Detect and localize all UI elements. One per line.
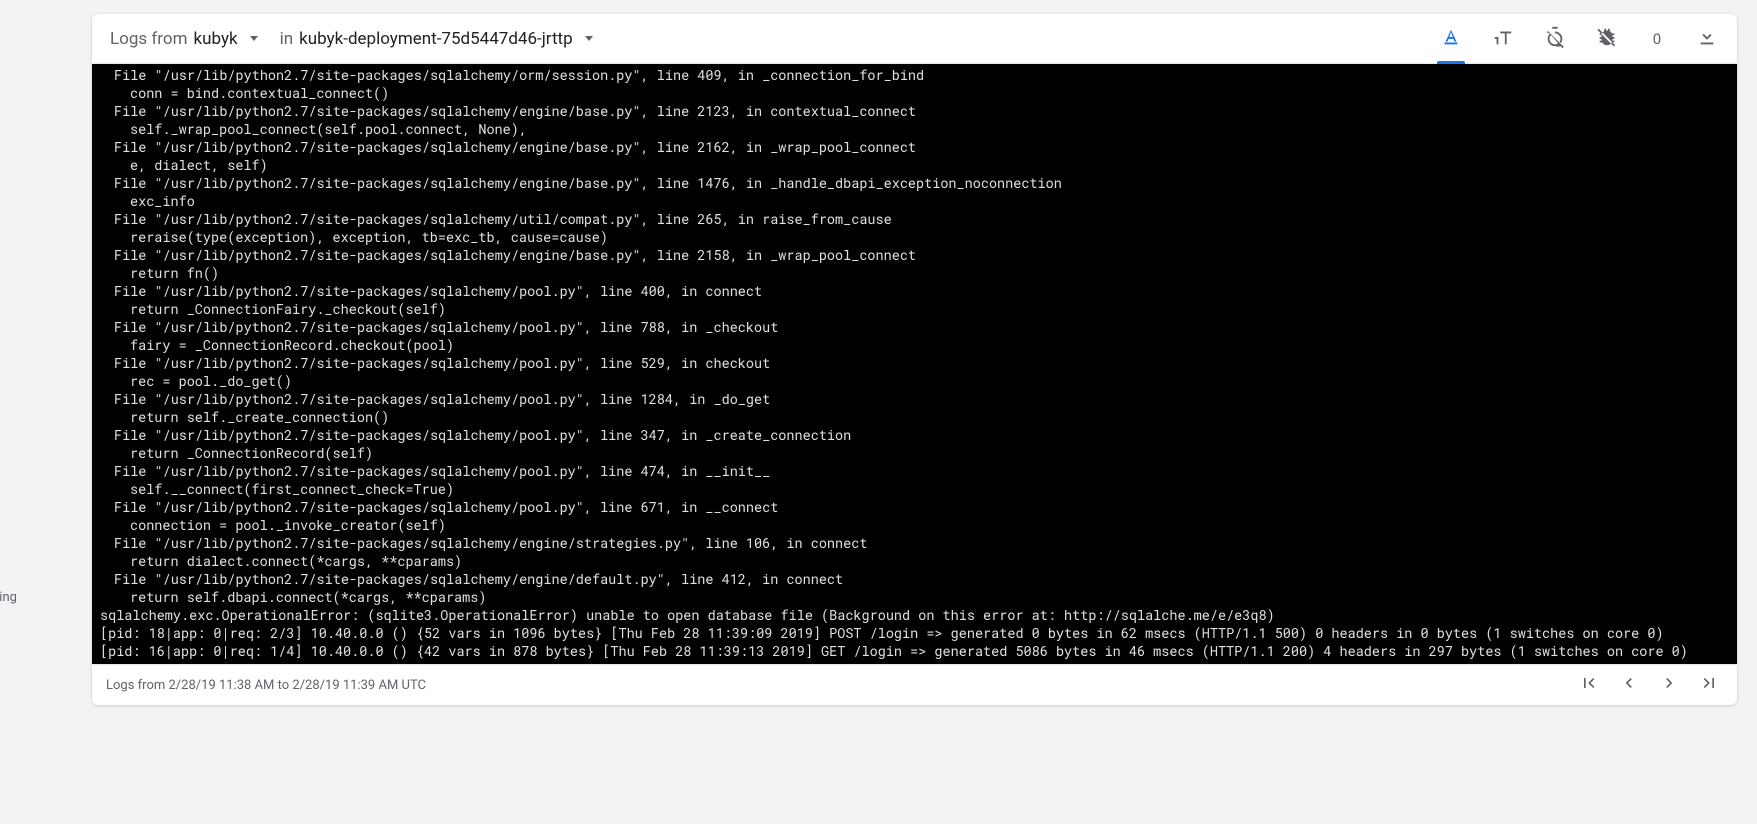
source-label: Logs from <box>110 29 188 49</box>
log-line: conn = bind.contextual_connect() <box>100 84 1729 102</box>
first-page-icon <box>1579 673 1599 697</box>
chevron-right-icon <box>1659 673 1679 697</box>
sidebar: ers alancing <box>0 0 56 824</box>
log-line: self.__connect(first_connect_check=True) <box>100 480 1729 498</box>
log-line: File "/usr/lib/python2.7/site-packages/s… <box>100 174 1729 192</box>
caret-down-icon <box>250 36 258 41</box>
source-selector[interactable]: Logs from kubyk <box>106 23 262 55</box>
scope-selector[interactable]: in kubyk-deployment-75d5447d46-jrttp <box>276 23 597 55</box>
log-line: File "/usr/lib/python2.7/site-packages/s… <box>100 318 1729 336</box>
download-button[interactable] <box>1685 17 1729 61</box>
log-line: File "/usr/lib/python2.7/site-packages/s… <box>100 534 1729 552</box>
log-line: return fn() <box>100 264 1729 282</box>
log-line: File "/usr/lib/python2.7/site-packages/s… <box>100 138 1729 156</box>
log-line: reraise(type(exception), exception, tb=e… <box>100 228 1729 246</box>
first-page-button[interactable] <box>1569 667 1609 703</box>
log-line: return dialect.connect(*cargs, **cparams… <box>100 552 1729 570</box>
log-line: File "/usr/lib/python2.7/site-packages/s… <box>100 282 1729 300</box>
last-page-button[interactable] <box>1689 667 1729 703</box>
bug-off-icon <box>1596 26 1618 52</box>
log-line: return _ConnectionFairy._checkout(self) <box>100 300 1729 318</box>
logs-toolbar: Logs from kubyk in kubyk-deployment-75d5… <box>92 14 1737 64</box>
scope-value: kubyk-deployment-75d5447d46-jrttp <box>299 29 573 49</box>
log-line: e, dialect, self) <box>100 156 1729 174</box>
log-line: File "/usr/lib/python2.7/site-packages/s… <box>100 210 1729 228</box>
log-line: return _ConnectionRecord(self) <box>100 444 1729 462</box>
log-line: File "/usr/lib/python2.7/site-packages/s… <box>100 102 1729 120</box>
log-line: File "/usr/lib/python2.7/site-packages/s… <box>100 498 1729 516</box>
log-line: connection = pool._invoke_creator(self) <box>100 516 1729 534</box>
log-line: return self.dbapi.connect(*cargs, **cpar… <box>100 588 1729 606</box>
next-page-button[interactable] <box>1649 667 1689 703</box>
sidebar-item-clipped-1[interactable]: ers <box>0 522 56 549</box>
log-line: File "/usr/lib/python2.7/site-packages/s… <box>100 426 1729 444</box>
log-terminal[interactable]: File "/usr/lib/python2.7/site-packages/s… <box>92 64 1737 664</box>
log-line: File "/usr/lib/python2.7/site-packages/s… <box>100 66 1729 84</box>
last-page-icon <box>1699 673 1719 697</box>
log-line: File "/usr/lib/python2.7/site-packages/s… <box>100 354 1729 372</box>
time-range-summary: Logs from 2/28/19 11:38 AM to 2/28/19 11… <box>106 678 426 693</box>
log-line: File "/usr/lib/python2.7/site-packages/s… <box>100 570 1729 588</box>
chevron-left-icon <box>1619 673 1639 697</box>
text-size-icon <box>1492 26 1514 52</box>
prev-page-button[interactable] <box>1609 667 1649 703</box>
caret-down-icon <box>585 36 593 41</box>
timer-off-icon <box>1544 26 1566 52</box>
logs-panel: Logs from kubyk in kubyk-deployment-75d5… <box>92 14 1737 705</box>
log-line: sqlalchemy.exc.OperationalError: (sqlite… <box>100 606 1729 624</box>
text-size-button[interactable] <box>1481 17 1525 61</box>
error-count: 0 <box>1637 30 1677 48</box>
disable-timer-button[interactable] <box>1533 17 1577 61</box>
log-line: [pid: 18|app: 0|req: 2/3] 10.40.0.0 () {… <box>100 624 1729 642</box>
log-line: File "/usr/lib/python2.7/site-packages/s… <box>100 390 1729 408</box>
log-line: exc_info <box>100 192 1729 210</box>
log-line: fairy = _ConnectionRecord.checkout(pool) <box>100 336 1729 354</box>
log-line: File "/usr/lib/python2.7/site-packages/s… <box>100 462 1729 480</box>
text-format-icon <box>1440 26 1462 52</box>
logs-footer: Logs from 2/28/19 11:38 AM to 2/28/19 11… <box>92 664 1737 705</box>
match-case-button[interactable] <box>1429 17 1473 61</box>
log-line: [pid: 16|app: 0|req: 1/4] 10.40.0.0 () {… <box>100 642 1729 660</box>
sidebar-item-clipped-2[interactable]: alancing <box>0 584 56 611</box>
log-line: File "/usr/lib/python2.7/site-packages/s… <box>100 246 1729 264</box>
log-line: return self._create_connection() <box>100 408 1729 426</box>
source-value: kubyk <box>194 29 238 49</box>
log-line: self._wrap_pool_connect(self.pool.connec… <box>100 120 1729 138</box>
download-icon <box>1696 26 1718 52</box>
disable-bug-button[interactable] <box>1585 17 1629 61</box>
scope-label: in <box>280 29 294 49</box>
log-line: rec = pool._do_get() <box>100 372 1729 390</box>
